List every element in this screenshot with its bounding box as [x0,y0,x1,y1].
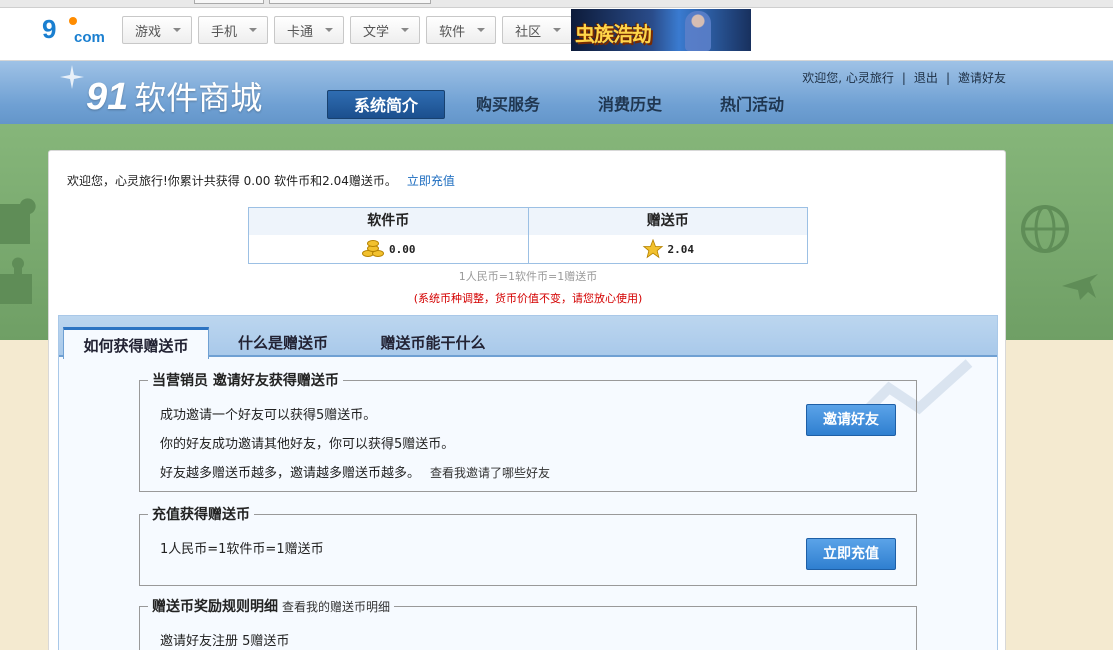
logo-com: com [74,29,105,46]
invite-section: 当营销员 邀请好友获得赠送币 成功邀请一个好友可以获得5赠送币。 你的好友成功邀… [139,370,917,492]
chevron-down-icon [553,28,562,32]
airplane-decor-icon [1062,274,1098,300]
main-panel: 欢迎您，心灵旅行!你累计共获得 0.00 软件币和2.04赠送币。 立即充值 软件… [48,150,1006,650]
main-nav: 系统简介 购买服务 消费历史 热门活动 [327,90,815,119]
portal-category-nav: 游戏 手机 卡通 文学 软件 社区 [122,16,573,44]
puzzle-decor-icon [0,198,36,304]
site-title[interactable]: 91 软件商城 [86,73,262,119]
portal-nav-software[interactable]: 软件 [426,16,497,44]
coins-icon [361,239,385,259]
91com-logo[interactable]: 9 com [42,14,112,48]
nav-hot-events[interactable]: 热门活动 [693,90,811,119]
logout-link[interactable]: 退出 [914,69,938,86]
view-gift-coin-details-link[interactable]: 查看我的赠送币明细 [282,600,390,614]
logo-nine: 9 [42,14,57,44]
rules-line-1: 邀请好友注册 5赠送币 [160,634,290,649]
invite-section-title: 当营销员 邀请好友获得赠送币 [152,373,339,389]
recharge-section-title: 充值获得赠送币 [152,507,250,523]
tab-bar: 如何获得赠送币 什么是赠送币 赠送币能干什么 [59,316,997,359]
tab-how-to-get[interactable]: 如何获得赠送币 [63,327,209,359]
sparkle-icon [60,65,84,89]
recharge-link[interactable]: 立即充值 [407,174,455,188]
chevron-down-icon [249,28,258,32]
portal-nav-label: 手机 [211,24,238,40]
portal-nav-label: 文学 [363,24,390,40]
chevron-down-icon [173,28,182,32]
portal-nav-label: 社区 [515,24,542,40]
welcome-summary: 欢迎您，心灵旅行!你累计共获得 0.00 软件币和2.04赠送币。 立即充值 [67,172,455,189]
invite-line-2: 你的好友成功邀请其他好友，你可以获得5赠送币。 [160,437,455,452]
software-coin-header: 软件币 [249,208,528,235]
welcome-summary-text: 欢迎您，心灵旅行!你累计共获得 0.00 软件币和2.04赠送币。 [67,174,397,188]
invite-line-1: 成功邀请一个好友可以获得5赠送币。 [160,408,377,423]
portal-nav-mobile[interactable]: 手机 [198,16,269,44]
portal-nav-games[interactable]: 游戏 [122,16,193,44]
divider: | [901,70,906,85]
site-title-number: 91 [86,76,129,118]
portal-nav-label: 卡通 [287,24,314,40]
rules-section-title-text: 赠送币奖励规则明细 [152,599,278,615]
invite-line-3: 好友越多赠送币越多，邀请越多赠送币越多。 查看我邀请了哪些好友 [160,462,550,481]
portal-nav-community[interactable]: 社区 [502,16,573,44]
site-title-text: 软件商城 [134,79,263,117]
portal-nav-bar: 9 com 游戏 手机 卡通 文学 软件 社区 虫族浩劫 [0,8,1113,61]
portal-nav-label: 软件 [439,24,466,40]
view-invited-friends-link[interactable]: 查看我邀请了哪些好友 [430,466,550,480]
browser-tab-fragment[interactable] [269,0,431,4]
tab-what-can-do[interactable]: 赠送币能干什么 [363,327,503,359]
rules-section-title: 赠送币奖励规则明细 查看我的赠送币明细 [148,596,394,616]
browser-top-edge [0,0,1113,8]
chevron-down-icon [325,28,334,32]
gift-coin-tabs: 如何获得赠送币 什么是赠送币 赠送币能干什么 当营销员 邀请好友获得赠送币 成功… [58,315,998,650]
gift-coin-balance: 2.04 [529,235,808,263]
rules-section: 赠送币奖励规则明细 查看我的赠送币明细 邀请好友注册 5赠送币 [139,596,917,650]
gift-coin-column: 赠送币 2.04 [527,208,808,263]
recharge-now-button[interactable]: 立即充值 [806,538,896,570]
ad-character-figure [685,11,711,51]
invite-friends-button[interactable]: 邀请好友 [806,404,896,436]
user-links: 欢迎您, 心灵旅行 | 退出 | 邀请好友 [802,69,1006,86]
gift-coin-value: 2.04 [667,242,695,256]
portal-nav-label: 游戏 [135,24,162,40]
star-icon [642,239,663,259]
chevron-down-icon [401,28,410,32]
coin-balance-table: 软件币 0.00 赠送币 2.04 [248,207,808,264]
logo-dot-icon [69,17,77,25]
software-coin-balance: 0.00 [249,235,528,263]
chevron-down-icon [477,28,486,32]
globe-decor-icon [1021,205,1069,253]
divider: | [945,70,950,85]
recharge-section: 充值获得赠送币 1人民币=1软件币=1赠送币 立即充值 [139,504,917,586]
user-welcome[interactable]: 欢迎您, 心灵旅行 [802,69,894,86]
portal-nav-literature[interactable]: 文学 [350,16,421,44]
invite-line-3-text: 好友越多赠送币越多，邀请越多赠送币越多。 [160,466,421,481]
ad-title: 虫族浩劫 [575,22,652,46]
nav-purchase-service[interactable]: 购买服务 [449,90,567,119]
exchange-rate-note: 1人民币=1软件币=1赠送币 [458,270,598,283]
currency-adjust-notice: (系统币种调整，货币价值不变，请您放心使用) [413,292,643,305]
gift-coin-header: 赠送币 [528,208,807,235]
software-coin-column: 软件币 0.00 [249,208,528,263]
nav-system-intro[interactable]: 系统简介 [327,90,445,119]
site-header: 91 软件商城 系统简介 购买服务 消费历史 热门活动 欢迎您, 心灵旅行 | … [0,61,1113,132]
invite-friends-link[interactable]: 邀请好友 [958,69,1006,86]
nav-spending-history[interactable]: 消费历史 [571,90,689,119]
software-coin-value: 0.00 [389,242,416,256]
tab-what-is[interactable]: 什么是赠送币 [221,327,345,359]
portal-nav-cartoon[interactable]: 卡通 [274,16,345,44]
browser-tab-fragment[interactable] [194,0,264,4]
recharge-line-1: 1人民币=1软件币=1赠送币 [160,542,324,557]
game-ad-banner[interactable]: 虫族浩劫 [571,9,751,51]
